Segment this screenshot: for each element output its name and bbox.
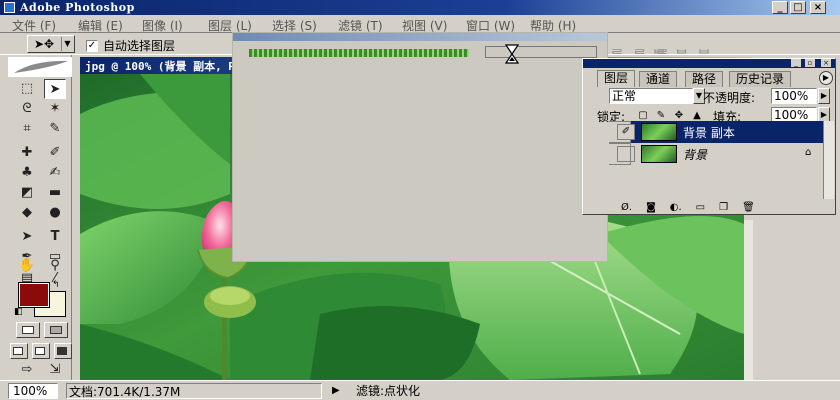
- add-mask-icon[interactable]: ◙: [646, 201, 656, 214]
- minimize-button[interactable]: _: [772, 1, 788, 14]
- brush-tool-icon[interactable]: ✐: [44, 143, 66, 163]
- standard-mode-button[interactable]: [16, 322, 40, 338]
- lasso-tool-icon[interactable]: ᘓ: [16, 99, 38, 119]
- document-info[interactable]: 文档:701.4K/1.37M: [66, 383, 322, 399]
- blur-tool-icon[interactable]: ◆: [16, 203, 38, 223]
- healing-brush-icon[interactable]: ✚: [16, 143, 38, 163]
- slice-tool-icon[interactable]: ✎: [44, 119, 66, 139]
- link-box[interactable]: [617, 146, 635, 162]
- screen-mode-full-button[interactable]: [54, 343, 72, 359]
- zoom-tool-icon[interactable]: ⚲: [44, 256, 66, 276]
- move-tool-icon[interactable]: ➤: [44, 79, 66, 99]
- crop-tool-icon[interactable]: ⌗: [16, 119, 38, 139]
- new-set-icon[interactable]: ▭: [696, 201, 705, 214]
- blend-mode-value: 正常: [612, 89, 637, 103]
- toolbox-header: [8, 57, 72, 77]
- maximize-button[interactable]: □: [790, 1, 806, 14]
- history-brush-icon[interactable]: ✍: [44, 163, 66, 183]
- menu-file[interactable]: 文件 (F): [12, 17, 56, 34]
- menu-edit[interactable]: 编辑 (E): [78, 17, 123, 34]
- foreground-color-swatch[interactable]: [18, 282, 50, 308]
- new-layer-icon[interactable]: ❐: [719, 201, 728, 214]
- delete-layer-icon[interactable]: 🗑: [742, 201, 755, 214]
- default-colors-icon[interactable]: ◧: [14, 307, 23, 317]
- photoshop-logo-icon: [4, 2, 15, 13]
- panel-minimize-button[interactable]: _: [791, 59, 801, 67]
- panel-menu-button[interactable]: ▶: [819, 71, 833, 85]
- lock-all-icon[interactable]: ▲: [691, 110, 703, 121]
- panel-close-button[interactable]: ×: [821, 59, 831, 67]
- marquee-tool-icon[interactable]: ⬚: [16, 79, 38, 99]
- feather-icon: [14, 60, 68, 73]
- type-tool-icon[interactable]: T: [44, 227, 66, 247]
- filter-dialog: [232, 32, 608, 262]
- app-title-bar: Adobe Photoshop _ □ ×: [0, 0, 840, 15]
- dodge-tool-icon[interactable]: ●: [44, 203, 66, 223]
- layers-scrollbar[interactable]: [823, 121, 834, 199]
- app-title: Adobe Photoshop: [20, 1, 135, 14]
- path-select-icon[interactable]: ➤: [16, 227, 38, 247]
- close-button[interactable]: ×: [810, 1, 826, 14]
- hand-tool-icon[interactable]: ✋: [16, 256, 38, 276]
- layer-row-background[interactable]: 背景 ⌂: [609, 143, 825, 165]
- status-menu-arrow-icon[interactable]: ▶: [332, 383, 340, 399]
- menu-bar: 文件 (F) 编辑 (E) 图像 (I) 图层 (L) 选择 (S) 滤镜 (T…: [0, 15, 840, 33]
- lock-transparency-icon[interactable]: ▢: [637, 110, 649, 121]
- blend-mode-select[interactable]: 正常: [609, 88, 693, 104]
- jump-icon[interactable]: ⇲: [44, 360, 66, 380]
- imageready-icon[interactable]: ⇨: [16, 360, 38, 380]
- dialog-title-bar: [233, 33, 607, 41]
- layer-name: 背景: [683, 148, 708, 162]
- layers-panel: _ ▫ × 图层 通道 路径 历史记录 ▶ 正常 ▼ 不透明度: 100% ▶ …: [582, 58, 836, 215]
- layer-thumbnail: [641, 145, 677, 163]
- screen-mode-standard-button[interactable]: [10, 343, 28, 359]
- lock-image-icon[interactable]: ✎: [655, 110, 667, 121]
- status-message: 滤镜:点状化: [356, 384, 421, 398]
- zoom-level-field[interactable]: 100%: [8, 383, 58, 399]
- tab-layers[interactable]: 图层: [597, 70, 636, 87]
- layer-lock-icon: ⌂: [805, 147, 812, 158]
- opacity-label: 不透明度:: [703, 91, 756, 105]
- layer-row-background-copy[interactable]: ✐ 背景 副本: [609, 121, 825, 143]
- brush-link-icon[interactable]: ✐: [617, 124, 635, 140]
- quick-mask-button[interactable]: [44, 322, 68, 338]
- screen-mode-full-menu-button[interactable]: [32, 343, 50, 359]
- auto-select-layer-option[interactable]: ✓ 自动选择图层: [86, 37, 175, 54]
- canvas-scrollbar[interactable]: [744, 220, 753, 380]
- hourglass-cursor-icon: [505, 44, 519, 64]
- tab-paths[interactable]: 路径: [685, 71, 724, 87]
- panel-restore-button[interactable]: ▫: [805, 59, 815, 67]
- tool-preset-picker[interactable]: ➤✥ ▼: [27, 35, 75, 53]
- move-tool-icon: ➤✥: [34, 37, 55, 51]
- eraser-tool-icon[interactable]: ◩: [16, 183, 38, 203]
- panel-title-bar: _ ▫ ×: [583, 59, 835, 68]
- clone-stamp-icon[interactable]: ♣: [16, 163, 38, 183]
- dialog-button-area[interactable]: [485, 46, 597, 58]
- swap-colors-icon[interactable]: ↰: [52, 280, 60, 290]
- opacity-slider-button[interactable]: ▶: [818, 88, 830, 104]
- layers-footer: Ø. ◙ ◐. ▭ ❐ 🗑: [609, 201, 831, 214]
- lock-position-icon[interactable]: ✥: [673, 110, 685, 121]
- tab-history[interactable]: 历史记录: [729, 71, 792, 87]
- layer-style-icon[interactable]: Ø.: [621, 201, 632, 214]
- magic-wand-icon[interactable]: ✶: [44, 99, 66, 119]
- status-bar: 100% 文档:701.4K/1.37M ▶ 滤镜:点状化: [0, 380, 840, 400]
- opacity-field[interactable]: 100%: [771, 88, 817, 104]
- chevron-down-icon: ▼: [61, 37, 73, 51]
- layer-thumbnail: [641, 123, 677, 141]
- distribute-buttons-icon: ᆸ ᆸ ᆸ: [652, 38, 713, 56]
- new-fill-layer-icon[interactable]: ◐.: [670, 201, 682, 214]
- filter-preview: [249, 49, 469, 57]
- document-size-text: 文档:701.4K/1.37M: [69, 385, 181, 399]
- auto-select-checkbox[interactable]: ✓: [86, 39, 98, 52]
- tab-channels[interactable]: 通道: [639, 71, 678, 87]
- menu-image[interactable]: 图像 (I): [142, 17, 183, 34]
- gradient-tool-icon[interactable]: ▬: [44, 183, 66, 203]
- layer-name: 背景 副本: [683, 126, 735, 140]
- auto-select-label: 自动选择图层: [103, 39, 176, 53]
